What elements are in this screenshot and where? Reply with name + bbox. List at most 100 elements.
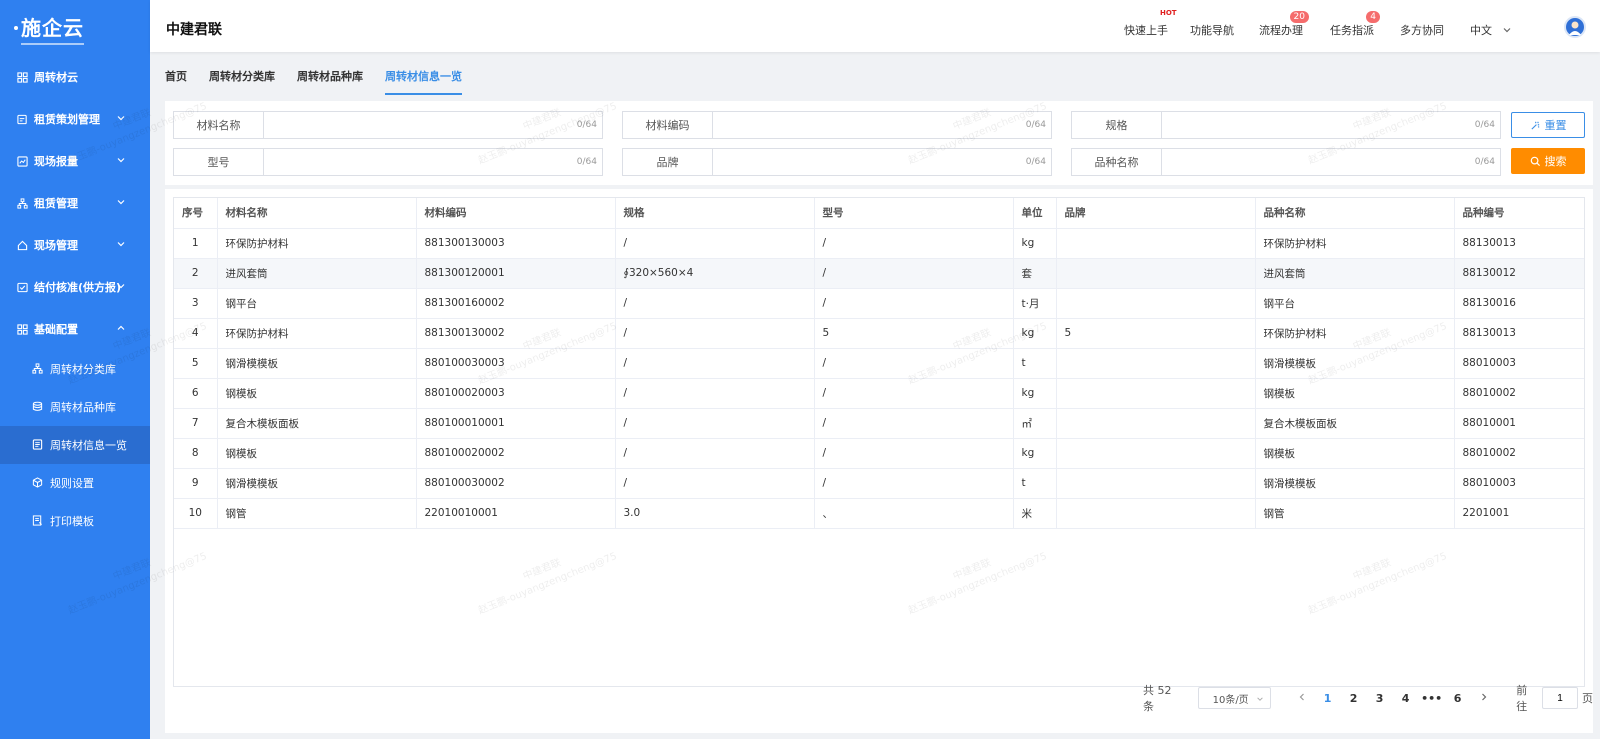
goto-page-input[interactable] <box>1541 687 1578 709</box>
page-number[interactable]: 4 <box>1393 692 1419 705</box>
sidebar-nav: 周转材云租赁策划管理现场报量 租赁管理现场管理结付核准(供方报) 基础配置 周转材分类… <box>0 56 150 540</box>
header: 中建君联 快速上手 HOT 功能导航 流程办理 20 任务指派 4 多方协同 中文 <box>150 0 1600 52</box>
sidebar-item[interactable]: 现场报量 <box>0 140 150 182</box>
count-badge: 20 <box>1289 11 1309 23</box>
search-button[interactable]: 搜索 <box>1511 148 1585 174</box>
logo[interactable]: 施企云 <box>0 0 150 56</box>
table-row[interactable]: 8 钢模板 880100020002// kg 钢模板 88010002 <box>174 438 1584 469</box>
filter-input[interactable] <box>1162 112 1500 138</box>
table-cell: / <box>814 408 1014 439</box>
table-cell: 复合木模板面板 <box>217 408 417 439</box>
table-cell: 钢滑模模板 <box>217 348 417 379</box>
table-row[interactable]: 1 环保防护材料 881300130003// kg 环保防护材料 88130013 <box>174 228 1584 259</box>
reset-button[interactable]: 重置 <box>1511 112 1585 138</box>
user-avatar[interactable] <box>1564 16 1586 38</box>
header-link[interactable]: 流程办理 20 <box>1259 11 1309 38</box>
table-cell: 钢模板 <box>217 438 417 469</box>
table-row[interactable]: 9 钢滑模模板 880100030002// t 钢滑模模板 88010003 <box>174 468 1584 499</box>
table-cell: 钢模板 <box>1255 438 1455 469</box>
table-cell: 2201001 <box>1454 498 1584 529</box>
prev-page-button[interactable] <box>1289 692 1315 705</box>
column-header: 品牌 <box>1056 198 1256 229</box>
grid-icon <box>16 71 28 83</box>
table-cell: 880100030002 <box>416 468 616 499</box>
next-page-button[interactable] <box>1471 692 1497 705</box>
filter-input[interactable] <box>713 112 1051 138</box>
table-cell: kg <box>1013 378 1057 409</box>
data-table: 序号 材料名称 材料编码 规格 型号 单位 品牌 品种名称 品种编号 1 环保防护材料 881300… <box>173 197 1585 687</box>
sidebar-item[interactable]: 租赁策划管理 <box>0 98 150 140</box>
header-link[interactable]: 多方协同 <box>1400 22 1444 38</box>
table-cell <box>1056 348 1256 379</box>
table-row[interactable]: 10 钢管 22010010001 3.0、米钢管 2201001 <box>174 498 1584 529</box>
tab[interactable]: 周转材信息一览 <box>385 68 462 95</box>
page-number[interactable]: 1 <box>1315 692 1341 705</box>
sidebar-item-label: 租赁策划管理 <box>34 113 100 126</box>
sidebar-item[interactable]: 结付核准(供方报) <box>0 266 150 308</box>
sidebar-item[interactable]: 租赁管理 <box>0 182 150 224</box>
user-icon <box>1569 21 1581 35</box>
sidebar-sub-item[interactable]: 周转材信息一览 <box>0 426 150 464</box>
table-cell <box>1056 498 1256 529</box>
goto-prefix: 前往 <box>1516 684 1528 713</box>
char-count: 0/64 <box>1474 157 1495 167</box>
table-cell <box>1056 378 1256 409</box>
table-row[interactable]: 7 复合木模板面板 880100010001// ㎡复合木模板面板 88010001 <box>174 408 1584 439</box>
filter-field: 材料名称 0/64 <box>173 111 603 139</box>
search-label: 搜索 <box>1544 155 1567 168</box>
table-row[interactable]: 5 钢滑模模板 880100030003// t 钢滑模模板 88010003 <box>174 348 1584 379</box>
table-row[interactable]: 6 钢模板 880100020003// kg 钢模板 88010002 <box>174 378 1584 409</box>
sidebar-item[interactable]: 现场管理 <box>0 224 150 266</box>
sidebar-sub-item[interactable]: 周转材品种库 <box>0 388 150 426</box>
page-number[interactable]: 2 <box>1341 692 1367 705</box>
table-cell <box>1056 228 1256 259</box>
table-cell <box>1056 288 1256 319</box>
filter-input[interactable] <box>264 112 602 138</box>
tab[interactable]: 首页 <box>165 68 187 95</box>
table-cell: / <box>814 348 1014 379</box>
sidebar-item-label: 周转材云 <box>34 71 78 84</box>
header-link[interactable]: 任务指派 4 <box>1330 11 1380 38</box>
table-cell: 米 <box>1013 498 1057 529</box>
header-link[interactable]: 功能导航 <box>1190 22 1234 38</box>
table-cell: 88130012 <box>1454 258 1584 289</box>
header-link[interactable]: 快速上手 HOT <box>1124 9 1177 38</box>
table-row[interactable]: 4 环保防护材料 881300130002/5 kg 5 环保防护材料 88130013 <box>174 318 1584 349</box>
filter-input-wrap: 0/64 <box>1162 112 1500 138</box>
sidebar-item[interactable]: 基础配置 <box>0 308 150 350</box>
chevron-up-icon <box>116 323 128 335</box>
table-cell: 880100010001 <box>416 408 616 439</box>
stack-icon <box>32 401 44 413</box>
more-pages-button[interactable]: ••• <box>1419 692 1445 705</box>
filter-input[interactable] <box>1162 149 1500 175</box>
org-icon <box>32 363 44 375</box>
table-row[interactable]: 2 进风套筒 881300120001 ∮320×560×4/套进风套筒 8813001… <box>174 258 1584 289</box>
table-cell: 钢管 <box>1255 498 1455 529</box>
sidebar-sub-item[interactable]: 打印模板 <box>0 502 150 540</box>
table-cell: 8 <box>174 438 218 469</box>
table-cell: 钢平台 <box>1255 288 1455 319</box>
column-header: 序号 <box>174 198 218 229</box>
sidebar-item-label: 现场管理 <box>34 239 78 252</box>
table-cell: kg <box>1013 228 1057 259</box>
page-number[interactable]: 6 <box>1445 692 1471 705</box>
brand-title: 中建君联 <box>166 22 222 38</box>
page-size-select[interactable]: 10条/页 <box>1197 687 1272 709</box>
filter-input[interactable] <box>264 149 602 175</box>
table-row[interactable]: 3 钢平台 881300160002// t·月 钢平台 88130016 <box>174 288 1584 319</box>
sidebar-sub-item[interactable]: 规则设置 <box>0 464 150 502</box>
table-cell: / <box>615 438 815 469</box>
sidebar-sub-item[interactable]: 周转材分类库 <box>0 350 150 388</box>
filter-input[interactable] <box>713 149 1051 175</box>
filter-field: 规格 0/64 <box>1071 111 1501 139</box>
language-select[interactable]: 中文 <box>1470 22 1512 38</box>
table-cell: / <box>814 378 1014 409</box>
table-cell: 6 <box>174 378 218 409</box>
sidebar-item[interactable]: 周转材云 <box>0 56 150 98</box>
tab[interactable]: 周转材品种库 <box>297 68 363 95</box>
tab[interactable]: 周转材分类库 <box>209 68 275 95</box>
reset-icon <box>1530 121 1539 130</box>
page-number[interactable]: 3 <box>1367 692 1393 705</box>
print-icon <box>32 515 44 527</box>
filter-input-wrap: 0/64 <box>713 149 1051 175</box>
